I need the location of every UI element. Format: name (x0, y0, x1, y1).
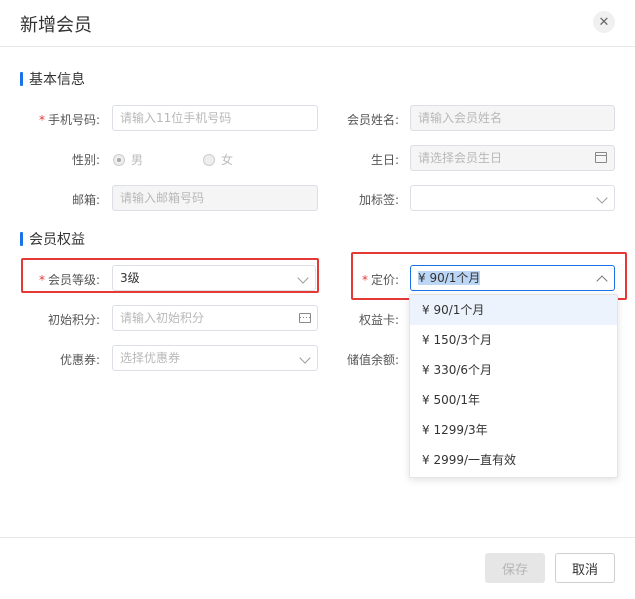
cancel-button[interactable]: 取消 (555, 553, 615, 583)
section-member-rights: 会员权益 (20, 229, 85, 249)
tag-label: 加标签: (358, 193, 399, 207)
price-option[interactable]: ¥ 1299/3年 (410, 415, 617, 445)
dialog-title: 新增会员 (20, 15, 92, 36)
price-option[interactable]: ¥ 500/1年 (410, 385, 617, 415)
radio-checked-icon (113, 153, 125, 166)
gender-radio-male[interactable]: 男 (113, 151, 143, 168)
birthday-picker[interactable]: 请选择会员生日 (410, 145, 615, 171)
gender-label: 性别: (71, 153, 100, 167)
section-basic-title: 基本信息 (29, 72, 85, 88)
points-input[interactable]: 请输入初始积分 (112, 305, 318, 331)
tag-select[interactable] (410, 185, 615, 211)
name-input[interactable]: 请输入会员姓名 (410, 105, 615, 131)
coupon-label: 优惠券: (59, 353, 100, 367)
price-option[interactable]: ¥ 150/3个月 (410, 325, 617, 355)
card-label: 权益卡: (358, 313, 399, 327)
email-label: 邮箱: (71, 193, 100, 207)
level-select[interactable]: 3级 (112, 265, 316, 291)
save-button[interactable]: 保存 (485, 553, 545, 583)
birthday-label: 生日: (370, 153, 399, 167)
phone-label: * 手机号码: (38, 113, 100, 127)
balance-label: 储值余额: (346, 353, 399, 367)
add-member-dialog: 新增会员 ✕ 基本信息 * 手机号码: 请输入11位手机号码 会员姓名: 请输入会… (0, 0, 635, 599)
level-label: * 会员等级: (38, 273, 100, 287)
footer-divider (0, 537, 635, 538)
name-placeholder: 请输入会员姓名 (418, 111, 503, 125)
price-option[interactable]: ¥ 330/6个月 (410, 355, 617, 385)
price-option[interactable]: ¥ 90/1个月 (410, 295, 617, 325)
section-marker (20, 232, 23, 246)
price-label: * 定价: (361, 273, 399, 287)
price-option[interactable]: ¥ 2999/一直有效 (410, 445, 617, 475)
header-divider (0, 46, 635, 47)
radio-unchecked-icon (203, 153, 215, 166)
points-label: 初始积分: (47, 313, 100, 327)
phone-placeholder: 请输入11位手机号码 (120, 111, 232, 125)
section-basic-info: 基本信息 (20, 69, 85, 89)
price-dropdown: ¥ 90/1个月 ¥ 150/3个月 ¥ 330/6个月 ¥ 500/1年 ¥ … (409, 294, 618, 478)
phone-input[interactable]: 请输入11位手机号码 (112, 105, 318, 131)
price-select[interactable]: ¥ 90/1个月 (410, 265, 615, 291)
name-label: 会员姓名: (346, 113, 399, 127)
chevron-up-icon (596, 275, 608, 287)
section-marker (20, 72, 23, 86)
coupon-select[interactable]: 选择优惠券 (112, 345, 318, 371)
calendar-icon (595, 152, 607, 163)
chevron-down-icon (596, 192, 608, 204)
email-input[interactable]: 请输入邮箱号码 (112, 185, 318, 211)
close-icon[interactable]: ✕ (593, 11, 615, 33)
gender-radio-female[interactable]: 女 (203, 151, 233, 168)
section-rights-title: 会员权益 (29, 232, 85, 248)
